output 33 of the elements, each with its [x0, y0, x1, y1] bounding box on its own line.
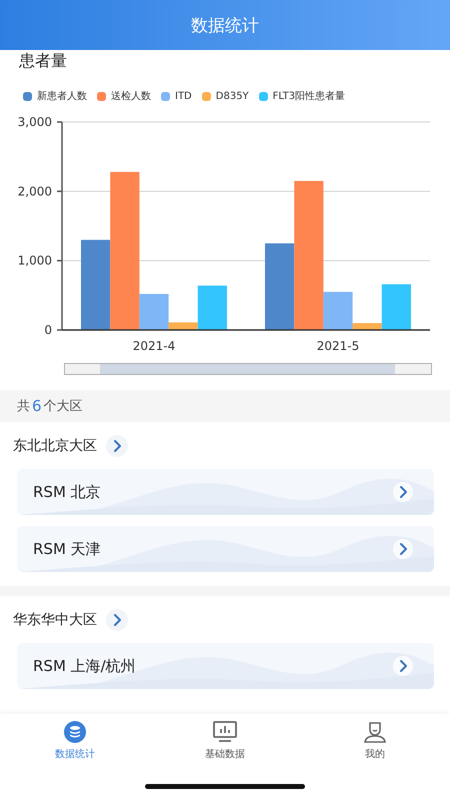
- x-axis-label: 2021-4: [132, 339, 176, 353]
- chevron-right-icon: [392, 538, 414, 560]
- y-axis-label: 0: [44, 323, 52, 337]
- chevron-right-icon: [392, 481, 414, 503]
- region-card[interactable]: RSM 天津: [17, 526, 434, 572]
- summary-prefix: 共: [17, 398, 30, 415]
- region-card[interactable]: RSM 北京: [17, 469, 434, 515]
- region-count: 6: [32, 397, 42, 415]
- database-icon: [63, 720, 87, 744]
- legend-label: D835Y: [216, 90, 249, 102]
- region-name: 东北北京大区: [13, 437, 97, 455]
- y-axis-label: 2,000: [18, 184, 52, 198]
- chevron-right-icon[interactable]: [105, 608, 129, 632]
- scrollbar[interactable]: [64, 363, 432, 375]
- legend-label: ITD: [175, 90, 192, 102]
- chevron-right-icon: [392, 655, 414, 677]
- x-axis-label: 2021-5: [316, 339, 360, 353]
- legend-label: 新患者人数: [37, 90, 87, 103]
- summary-suffix: 个大区: [44, 398, 83, 415]
- y-axis-label: 1,000: [18, 254, 52, 268]
- section-title: 患者量: [18, 50, 68, 72]
- chevron-right-icon[interactable]: [105, 434, 129, 458]
- legend-label: 送检人数: [111, 90, 151, 103]
- monitor-chart-icon: [212, 720, 238, 744]
- region-card[interactable]: RSM 上海/杭州: [17, 643, 434, 689]
- tab-item[interactable]: 基础数据: [180, 720, 270, 772]
- person-icon: [362, 720, 388, 744]
- tab-item[interactable]: 我的: [330, 720, 420, 772]
- page-title: 数据统计: [191, 14, 259, 36]
- region-name: 华东华中大区: [13, 611, 97, 629]
- y-axis-label: 3,000: [18, 115, 52, 129]
- tab-item[interactable]: 数据统计: [30, 720, 120, 772]
- legend-label: FLT3阳性患者量: [272, 90, 346, 103]
